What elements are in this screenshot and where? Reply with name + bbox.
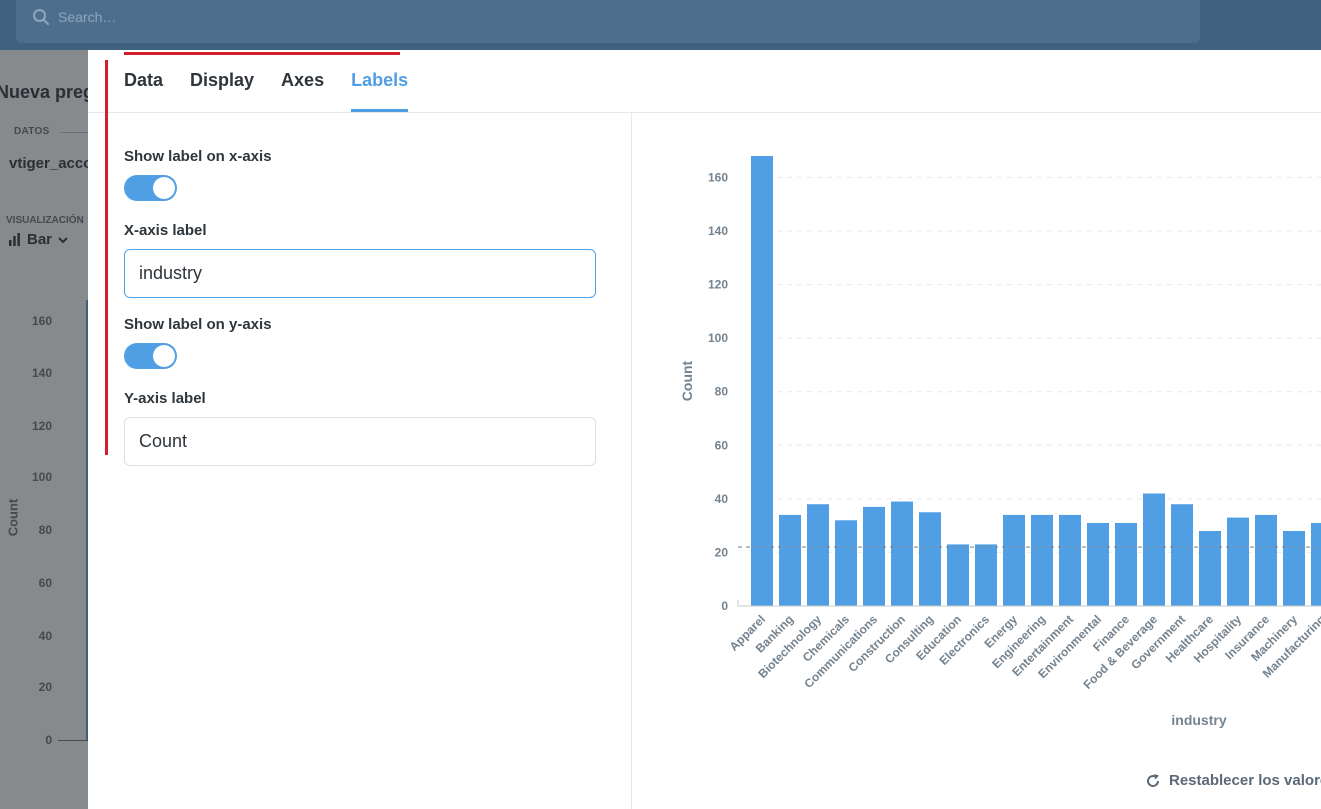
show-x-label-text: Show label on x-axis [124, 148, 272, 165]
question-title: Nueva pregunta [0, 82, 88, 102]
y-axis-label-input[interactable] [124, 417, 596, 466]
bar [1059, 514, 1081, 606]
highlight-bar-top [124, 52, 400, 55]
bar [1031, 514, 1053, 606]
bar [947, 544, 969, 606]
bg-y-axis-label: Count [5, 498, 21, 537]
bg-ytick: 40 [38, 629, 52, 643]
tab-data[interactable]: Data [124, 50, 163, 112]
search-bar[interactable] [16, 0, 1200, 43]
table-name: vtiger_account [9, 155, 88, 172]
toggle-knob [153, 345, 175, 367]
show-x-label-toggle[interactable] [124, 175, 177, 201]
bar [835, 520, 857, 606]
y-tick-label: 80 [715, 385, 729, 399]
bg-axis-baseline [58, 740, 88, 741]
bar [1283, 531, 1305, 606]
bar [1143, 493, 1165, 606]
tab-labels[interactable]: Labels [351, 50, 409, 112]
bar [919, 512, 941, 606]
bg-ytick: 140 [31, 366, 52, 380]
bar [975, 544, 997, 606]
datos-divider [60, 132, 88, 133]
y-axis-label-text: Y-axis label [124, 390, 206, 407]
search-icon [33, 9, 49, 25]
bar [1171, 504, 1193, 606]
bg-ytick: 160 [31, 314, 52, 328]
bar [1115, 522, 1137, 606]
y-tick-label: 120 [708, 278, 728, 292]
highlight-bar-left [105, 60, 108, 455]
bar [1087, 522, 1109, 606]
bar [1003, 514, 1025, 606]
bar [863, 506, 885, 606]
background-app: Nueva pregunta DATOS vtiger_account VISU… [0, 50, 88, 809]
refresh-icon [1147, 773, 1160, 787]
toggle-knob [153, 177, 175, 199]
bg-ytick: 100 [31, 470, 52, 484]
x-axis-label-text: X-axis label [124, 222, 207, 239]
bar [1227, 517, 1249, 606]
bar [891, 501, 913, 606]
bar [1311, 522, 1321, 606]
settings-tabs: Data Display Axes Labels [124, 50, 435, 112]
bar-chart-icon [9, 233, 20, 246]
bg-ytick: 20 [38, 680, 52, 694]
y-tick-label: 0 [721, 599, 728, 613]
y-tick-label: 20 [715, 545, 729, 559]
top-nav: Search… [0, 0, 1321, 50]
bg-ytick: 80 [38, 523, 52, 537]
visualization-section-label: VISUALIZACIÓN [6, 215, 84, 226]
x-axis-label-input[interactable] [124, 249, 596, 298]
bg-ytick: 120 [31, 419, 52, 433]
bar [1255, 514, 1277, 606]
visualization-value: Bar [27, 231, 53, 248]
chart-preview: 020406080100120140160ApparelBankingBiote… [679, 156, 1321, 728]
y-tick-label: 140 [708, 224, 728, 238]
chevron-down-icon [58, 236, 68, 243]
tab-display[interactable]: Display [190, 50, 254, 112]
bar [751, 156, 773, 606]
y-axis-title: Count [679, 360, 695, 401]
y-tick-label: 100 [708, 331, 728, 345]
datos-section-label: DATOS [14, 126, 50, 137]
y-tick-label: 40 [715, 492, 729, 506]
bg-ytick: 0 [45, 733, 52, 747]
search-placeholder[interactable]: Search… [58, 9, 116, 25]
bar [779, 514, 801, 606]
tab-axes[interactable]: Axes [281, 50, 324, 112]
y-tick-label: 60 [715, 438, 729, 452]
reset-defaults-button[interactable]: Restablecer los valores [1145, 772, 1321, 789]
show-y-label-text: Show label on y-axis [124, 316, 272, 333]
show-y-label-toggle[interactable] [124, 343, 177, 369]
visualization-picker: Bar [8, 231, 68, 248]
reset-label: Restablecer los valores [1169, 772, 1321, 789]
bg-ytick: 60 [38, 576, 52, 590]
x-axis-title: industry [1171, 712, 1226, 728]
bar [807, 504, 829, 606]
bar [1199, 531, 1221, 606]
y-tick-label: 160 [708, 170, 728, 184]
